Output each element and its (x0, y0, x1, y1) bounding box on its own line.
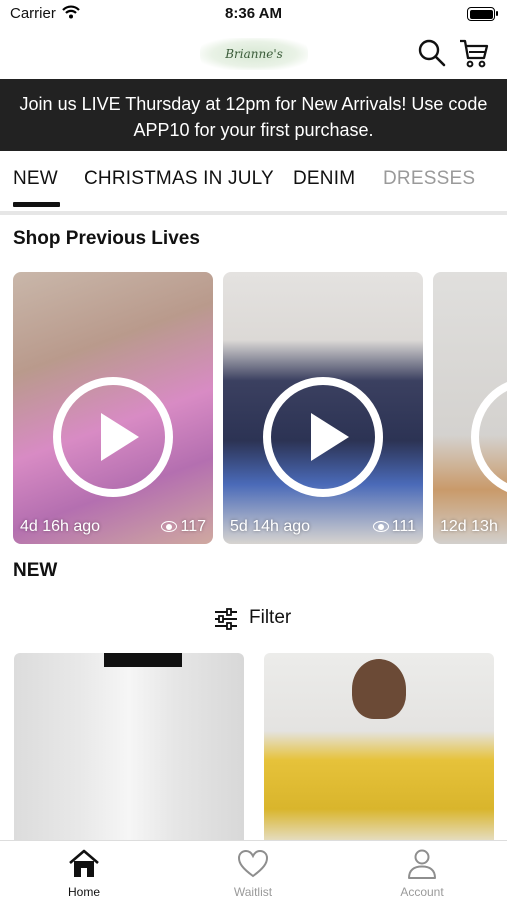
promo-text: Join us LIVE Thursday at 12pm for New Ar… (19, 94, 488, 140)
tab-account-label: Account (400, 885, 444, 899)
cart-icon[interactable] (458, 37, 490, 69)
tab-account[interactable]: Account (362, 847, 482, 899)
tab-waitlist[interactable]: Waitlist (193, 847, 313, 899)
live-time-ago: 4d 16h ago (20, 518, 101, 535)
tab-home[interactable]: Home (24, 847, 144, 899)
tab-waitlist-label: Waitlist (233, 885, 273, 899)
new-section-title: NEW (13, 560, 58, 581)
status-time: 8:36 AM (225, 5, 282, 22)
eye-icon (372, 521, 389, 533)
live-video-card[interactable]: 5d 14h ago 111 (223, 272, 423, 544)
previous-lives-title: Shop Previous Lives (13, 228, 200, 249)
play-icon[interactable] (471, 377, 507, 497)
heart-icon (237, 849, 269, 878)
product-image (352, 659, 406, 719)
live-video-card[interactable]: 4d 16h ago 117 (13, 272, 213, 544)
search-icon[interactable] (417, 38, 447, 68)
product-card[interactable] (14, 653, 244, 848)
live-video-card[interactable]: 12d 13h (433, 272, 507, 544)
previous-lives-carousel[interactable]: 4d 16h ago 117 5d 14h ago 111 12d 13h (13, 272, 507, 544)
product-image (104, 653, 182, 667)
category-tabs: NEW CHRISTMAS IN JULY DENIM DRESSES (0, 151, 507, 215)
tab-denim[interactable]: DENIM (293, 168, 355, 190)
tab-christmas-in-july[interactable]: CHRISTMAS IN JULY (84, 168, 274, 190)
product-card[interactable] (264, 653, 494, 848)
filter-icon (215, 608, 237, 630)
play-icon[interactable] (53, 377, 173, 497)
tab-new[interactable]: NEW (13, 168, 58, 190)
view-count: 111 (391, 518, 416, 535)
promo-banner[interactable]: Join us LIVE Thursday at 12pm for New Ar… (0, 79, 507, 151)
status-bar: Carrier 8:36 AM (0, 0, 507, 28)
brand-logo[interactable]: Brianne's Boutique (200, 38, 308, 93)
view-count: 117 (180, 518, 206, 535)
app-header: Brianne's Boutique (0, 28, 507, 93)
live-time-ago: 12d 13h (440, 518, 498, 535)
battery-icon (467, 7, 498, 21)
play-icon[interactable] (263, 377, 383, 497)
person-icon (408, 849, 436, 879)
active-tab-indicator (13, 202, 60, 207)
home-icon (69, 849, 99, 877)
live-meta: 12d 13h (440, 518, 506, 536)
filter-label: Filter (249, 607, 292, 628)
live-views: 111 (372, 518, 416, 536)
live-meta: 4d 16h ago 117 (20, 518, 206, 536)
eye-icon (161, 521, 178, 533)
tab-dresses[interactable]: DRESSES (383, 168, 475, 190)
tab-home-label: Home (67, 885, 100, 899)
live-meta: 5d 14h ago 111 (230, 518, 416, 536)
live-views: 117 (161, 518, 206, 536)
bottom-tab-bar: Home Waitlist Account (0, 840, 507, 901)
live-time-ago: 5d 14h ago (230, 518, 311, 535)
